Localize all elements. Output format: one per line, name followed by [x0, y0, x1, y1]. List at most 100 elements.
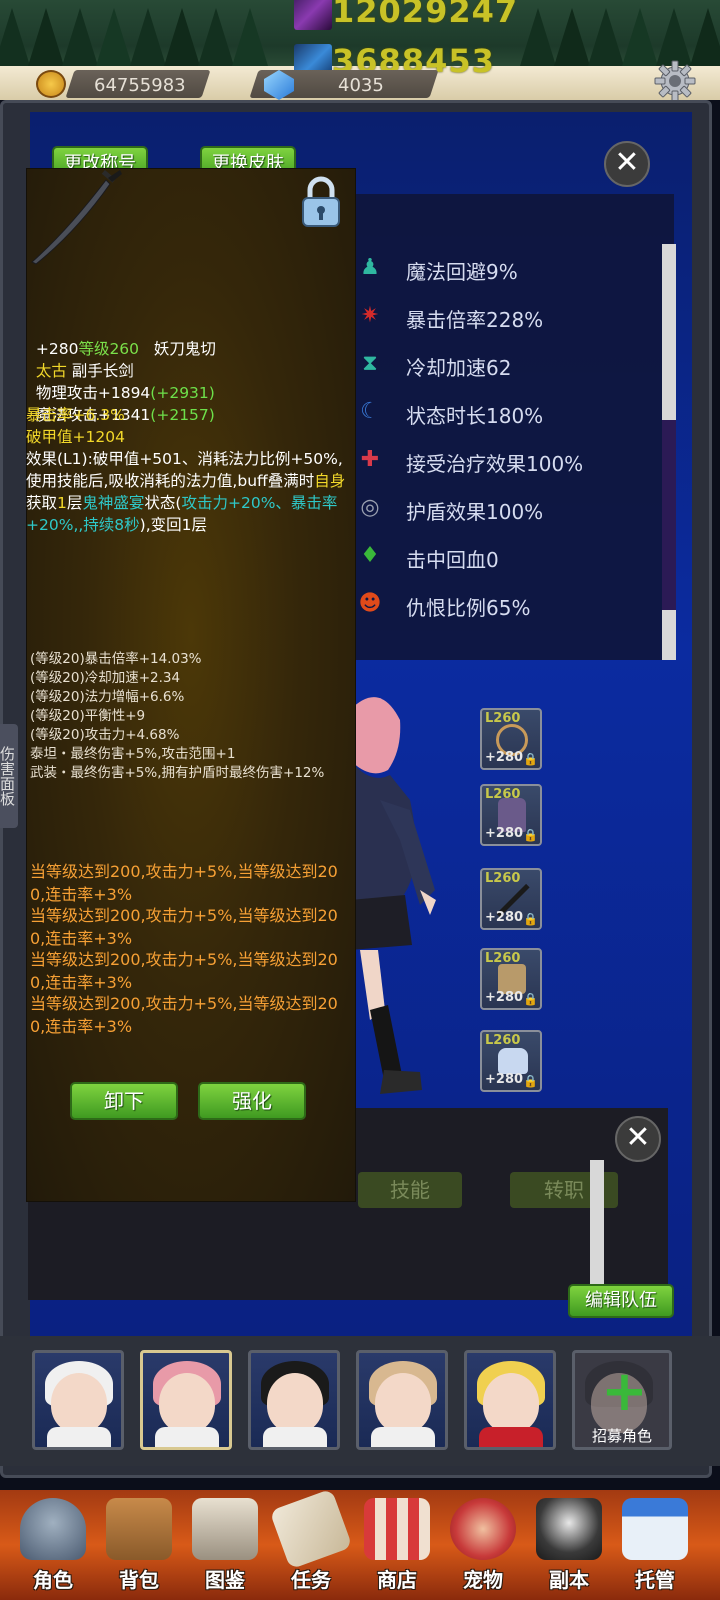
roster-card[interactable]: [464, 1350, 556, 1450]
boots-icon: [498, 1048, 528, 1074]
equip-slot[interactable]: L260 +280 🔒: [480, 784, 542, 846]
sub-stat: (等级20)平衡性+9: [30, 708, 146, 724]
book-icon: [192, 1498, 258, 1560]
equip-plus: +280: [485, 990, 524, 1005]
stat-label: 护盾效果100%: [406, 500, 544, 524]
equip-level: L260: [485, 871, 521, 886]
sub-stat: (等级20)暴击倍率+14.03%: [30, 651, 202, 667]
demon-icon: ☻: [358, 591, 382, 616]
nav-auto[interactable]: 托管: [612, 1494, 698, 1598]
roster-card[interactable]: [248, 1350, 340, 1450]
nav-dungeon[interactable]: 副本: [526, 1494, 612, 1598]
heal-cross-icon: ✚: [360, 447, 380, 472]
lock-icon: 🔒: [523, 912, 538, 926]
equip-slot[interactable]: L260 +280 🔒: [480, 868, 542, 930]
blood-drop-icon: ♦: [360, 543, 380, 568]
shield-ring-icon: ◎: [360, 495, 380, 520]
sub-stat: (等级20)法力增幅+6.6%: [30, 689, 185, 705]
gold-amount: 64755983: [94, 75, 186, 96]
lock-icon: 🔒: [523, 1074, 538, 1088]
equip-level: L260: [485, 1033, 521, 1048]
equip-slot[interactable]: L260 +280 🔒: [480, 948, 542, 1010]
nav-shop[interactable]: 商店: [354, 1494, 440, 1598]
mage-icon: ♟: [360, 255, 380, 280]
gold-coin-icon: [36, 70, 66, 98]
stat-label: 仇恨比例65%: [406, 596, 531, 620]
sub-stat: 武装・最终伤害+5%,拥有护盾时最终伤害+12%: [30, 765, 325, 781]
nav-backpack[interactable]: 背包: [96, 1494, 182, 1598]
character-portrait: [340, 690, 450, 1110]
sub-stat: (等级20)攻击力+4.68%: [30, 727, 180, 743]
katana-icon: [28, 169, 124, 266]
stat-label: 击中回血0: [406, 548, 499, 572]
stat-label: 接受治疗效果100%: [406, 452, 584, 476]
gem-amount: 4035: [338, 75, 384, 96]
hourglass-icon: ⧗: [362, 351, 378, 376]
shop-icon: [364, 1498, 430, 1560]
equip-plus: +280: [485, 826, 524, 841]
set-bonus: 当等级达到200,攻击力+5%,当等级达到200,连击率+3%: [30, 862, 338, 904]
item-name: 妖刀鬼切: [153, 340, 216, 358]
set-bonus: 当等级达到200,攻击力+5%,当等级达到200,连击率+3%: [30, 906, 338, 948]
stat-row: ♟ 魔法回避9%: [354, 248, 654, 292]
lock-icon: 🔒: [523, 828, 538, 842]
nav-quest[interactable]: 任务: [268, 1488, 354, 1598]
equip-slot[interactable]: L260 +280 🔒: [480, 708, 542, 770]
settings-gear-icon[interactable]: [652, 58, 698, 104]
item-effect: 效果(L1):破甲值+501、消耗法力比例+50%,使用技能后,吸收消耗的法力值…: [26, 450, 346, 534]
lock-icon: 🔒: [523, 992, 538, 1006]
stat-row: ♦ 击中回血0: [354, 536, 654, 580]
backpack-icon: [106, 1498, 172, 1560]
power-avatar-icon: [294, 0, 332, 30]
sub-stat: 泰坦・最终伤害+5%,攻击范围+1: [30, 746, 236, 762]
edit-team-button[interactable]: 编辑队伍: [568, 1284, 674, 1318]
item-crit: 暴击率+6.3%: [26, 406, 125, 424]
stat-row: ☾ 状态时长180%: [354, 392, 654, 436]
scroll-icon: [269, 1488, 353, 1570]
skull-icon: [536, 1498, 602, 1560]
power-value: 12029247: [332, 0, 519, 30]
lower-scrollbar[interactable]: [590, 1160, 604, 1300]
set-bonus: 当等级达到200,攻击力+5%,当等级达到200,连击率+3%: [30, 994, 338, 1036]
tab-skill[interactable]: 技能: [358, 1172, 462, 1208]
set-bonus: 当等级达到200,攻击力+5%,当等级达到200,连击率+3%: [30, 950, 338, 992]
stat-row: ◎ 护盾效果100%: [354, 488, 654, 532]
equip-plus: +280: [485, 1072, 524, 1087]
recruit-card[interactable]: + 招募角色: [572, 1350, 672, 1450]
stat-row: ✷ 暴击倍率228%: [354, 296, 654, 340]
calendar-icon: [622, 1498, 688, 1560]
stat-label: 暴击倍率228%: [406, 308, 544, 332]
close-panel-button[interactable]: ✕: [604, 141, 650, 187]
roster-card-selected[interactable]: [140, 1350, 232, 1450]
duration-icon: ☾: [360, 399, 380, 424]
close-lower-button[interactable]: ✕: [615, 1116, 661, 1162]
stat-row: ☻ 仇恨比例65%: [354, 584, 654, 628]
equip-plus: +280: [485, 910, 524, 925]
equip-plus: +280: [485, 750, 524, 765]
stat-label: 状态时长180%: [406, 404, 544, 428]
stats-scrollbar-thumb[interactable]: [662, 420, 676, 610]
recruit-label: 招募角色: [591, 1427, 652, 1445]
helmet-icon: [20, 1498, 86, 1560]
enhance-button[interactable]: 强化: [198, 1082, 306, 1120]
nav-codex[interactable]: 图鉴: [182, 1494, 268, 1598]
stat-row: ⧗ 冷却加速62: [354, 344, 654, 388]
padlock-icon[interactable]: [300, 176, 342, 228]
nav-character[interactable]: 角色: [10, 1494, 96, 1598]
equip-slot[interactable]: L260 +280 🔒: [480, 1030, 542, 1092]
nav-pet[interactable]: 宠物: [440, 1494, 526, 1598]
crit-icon: ✷: [360, 303, 380, 328]
roster-card[interactable]: [32, 1350, 124, 1450]
plus-icon: +: [601, 1359, 648, 1424]
stat-row: ✚ 接受治疗效果100%: [354, 440, 654, 484]
stat-label: 魔法回避9%: [406, 260, 518, 284]
roster-card[interactable]: [356, 1350, 448, 1450]
unequip-button[interactable]: 卸下: [70, 1082, 178, 1120]
lock-icon: 🔒: [523, 752, 538, 766]
item-armor: 破甲值+1204: [26, 428, 125, 446]
meat-icon: [450, 1498, 516, 1560]
damage-panel-tab[interactable]: 伤害面板: [0, 724, 18, 828]
sub-stat: (等级20)冷却加速+2.34: [30, 670, 181, 686]
stat-label: 冷却加速62: [406, 356, 512, 380]
stats-list: ♟ 魔法回避9% ✷ 暴击倍率228% ⧗ 冷却加速62 ☾ 状态时长180% …: [354, 194, 674, 660]
